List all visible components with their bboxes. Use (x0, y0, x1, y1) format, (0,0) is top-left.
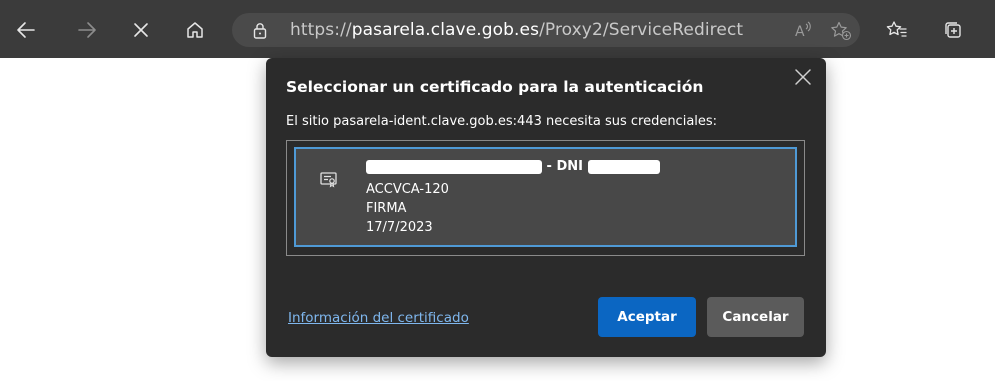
certificate-icon (320, 172, 338, 192)
certificate-list-item[interactable]: - DNI ACCVCA-120 FIRMA 17/7/2023 (294, 147, 797, 247)
certificate-issuer: ACCVCA-120 (366, 182, 449, 197)
browser-toolbar: https://pasarela.clave.gob.es/Proxy2/Ser… (0, 0, 995, 58)
url-prefix: https:// (290, 20, 352, 40)
certificate-list: - DNI ACCVCA-120 FIRMA 17/7/2023 (286, 140, 805, 256)
dialog-subtitle: El sitio pasarela-ident.clave.gob.es:443… (286, 114, 718, 129)
close-icon[interactable] (127, 16, 155, 44)
dialog-title: Seleccionar un certificado para la auten… (286, 78, 704, 96)
cancel-button[interactable]: Cancelar (707, 297, 804, 337)
favorites-icon[interactable] (883, 16, 911, 44)
read-aloud-icon[interactable]: A (794, 21, 814, 43)
dialog-close-icon[interactable] (792, 66, 814, 88)
svg-text:A: A (795, 24, 805, 39)
collections-icon[interactable] (939, 16, 967, 44)
redacted-name (366, 159, 542, 174)
certificate-dialog: Seleccionar un certificado para la auten… (266, 58, 826, 357)
lock-icon[interactable] (252, 22, 268, 43)
redacted-dni (587, 159, 660, 174)
certificate-info-link[interactable]: Información del certificado (288, 310, 469, 326)
forward-arrow-icon[interactable] (73, 16, 101, 44)
certificate-date: 17/7/2023 (366, 220, 433, 235)
back-arrow-icon[interactable] (12, 16, 40, 44)
certificate-purpose: FIRMA (366, 201, 407, 216)
home-icon[interactable] (181, 16, 209, 44)
add-favorite-icon[interactable] (830, 21, 852, 45)
url-text[interactable]: https://pasarela.clave.gob.es/Proxy2/Ser… (290, 20, 743, 40)
url-host: pasarela.clave.gob.es (351, 20, 540, 40)
certificate-name-visible: - DNI (546, 159, 583, 174)
certificate-name: - DNI (366, 159, 660, 174)
accept-button[interactable]: Aceptar (598, 297, 696, 337)
url-path: /Proxy2/ServiceRedirect (539, 20, 744, 40)
address-bar[interactable]: https://pasarela.clave.gob.es/Proxy2/Ser… (232, 13, 860, 47)
